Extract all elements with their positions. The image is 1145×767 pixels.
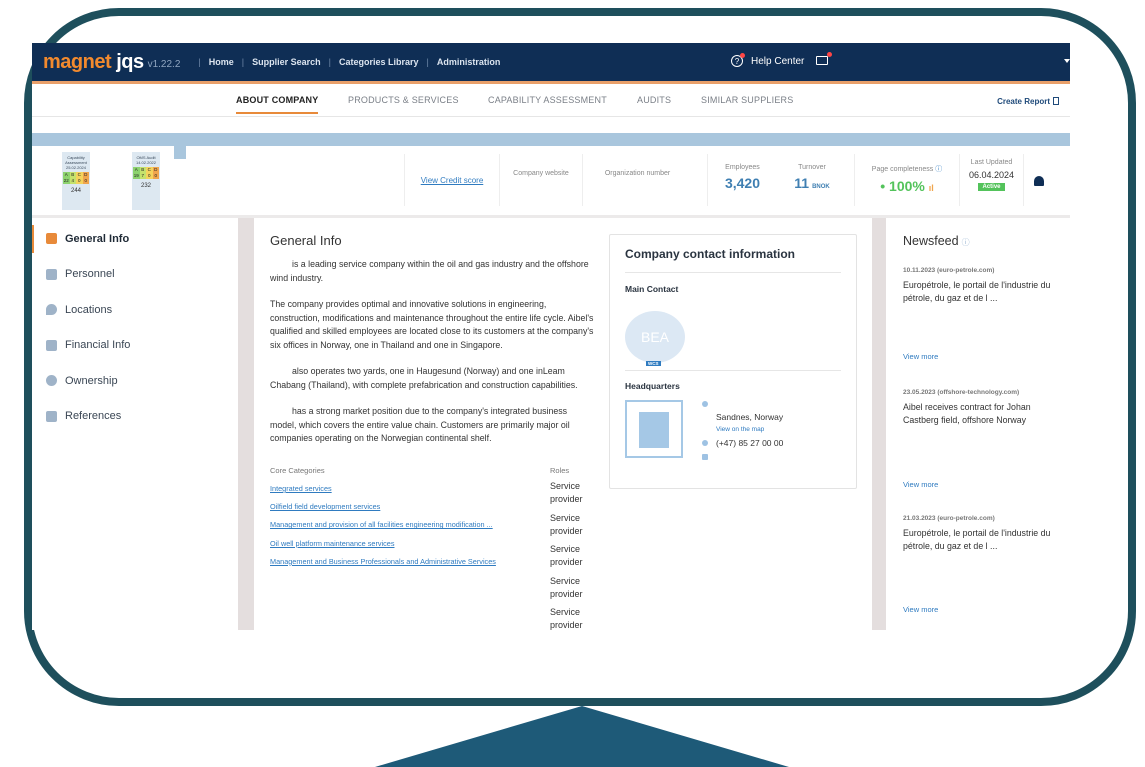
- avatar[interactable]: BEA: [625, 311, 685, 363]
- newsfeed: Newsfeed ⓘ 10.11.2023 (euro-petrole.com) …: [903, 234, 1068, 614]
- status-badge: Active: [978, 183, 1005, 191]
- chart-icon: [46, 339, 57, 351]
- logo-part-a: magnet: [43, 50, 112, 73]
- nav-categories-library[interactable]: Categories Library: [339, 57, 419, 67]
- location-icon: [702, 401, 708, 407]
- news-item: 21.03.2023 (euro-petrole.com) Europétrol…: [903, 515, 1051, 614]
- nav-supplier-search[interactable]: Supplier Search: [252, 57, 321, 67]
- roles-list: Service provider Service provider Servic…: [550, 481, 583, 630]
- news-item: 10.11.2023 (euro-petrole.com) Europétrol…: [903, 267, 1051, 361]
- website-cell: Company website: [499, 154, 582, 206]
- contact-card: Company contact information Main Contact…: [609, 234, 857, 489]
- email-icon[interactable]: [702, 454, 708, 460]
- capability-badge[interactable]: Capability Assessment 25.02.2024 ABCD 22…: [62, 152, 90, 210]
- bell-icon[interactable]: [1034, 176, 1044, 186]
- location-pin-icon: [46, 304, 57, 316]
- app-window: magnet jqs v1.22.2 | Home | Supplier Sear…: [32, 43, 1070, 630]
- top-navbar: magnet jqs v1.22.2 | Home | Supplier Sear…: [32, 43, 1070, 84]
- tab-about-company[interactable]: ABOUT COMPANY: [236, 95, 319, 114]
- report-icon: [1053, 97, 1059, 105]
- employees-cell: Employees 3,420: [707, 154, 777, 206]
- hq-phone: (+47) 85 27 00 00: [716, 438, 784, 448]
- completeness-value: 100%: [889, 178, 925, 194]
- logo[interactable]: magnet jqs: [43, 51, 144, 74]
- main-nav: | Home | Supplier Search | Categories Libr…: [198, 57, 501, 67]
- category-link[interactable]: Integrated services: [270, 484, 496, 502]
- contact-title: Company contact information: [625, 247, 796, 261]
- sidebar-item-ownership[interactable]: Ownership: [32, 363, 237, 399]
- tab-products-services[interactable]: PRODUCTS & SERVICES: [348, 95, 459, 105]
- sidebar: General Info Personnel Locations Financi…: [32, 221, 237, 434]
- paragraph-2: The company provides optimal and innovat…: [270, 299, 594, 350]
- newsfeed-title: Newsfeed: [903, 234, 959, 248]
- view-more-link[interactable]: View more: [903, 605, 938, 614]
- help-center-button[interactable]: ? Help Center: [731, 53, 805, 67]
- category-link[interactable]: Management and provision of all faciliti…: [270, 520, 496, 538]
- completeness-cell: Page completeness ⓘ • 100% ıl: [854, 154, 959, 206]
- paragraph-1: is a leading service company within the …: [270, 259, 589, 283]
- view-credit-score-link[interactable]: View Credit score: [405, 176, 499, 185]
- category-link[interactable]: Management and Business Professionals an…: [270, 557, 496, 575]
- category-link[interactable]: Oilfield field development services: [270, 502, 496, 520]
- logo-part-b: jqs: [116, 50, 144, 73]
- nav-home[interactable]: Home: [209, 57, 234, 67]
- help-label: Help Center: [751, 55, 805, 67]
- employees-value: 3,420: [724, 175, 761, 191]
- category-link[interactable]: Oil well platform maintenance services: [270, 539, 496, 557]
- tab-capability-assessment[interactable]: CAPABILITY ASSESSMENT: [488, 95, 607, 105]
- oms-audit-badge[interactable]: OMS Audit 14.02.2022 ABCD 19 7 0 0 232: [132, 152, 160, 210]
- tab-bar: ABOUT COMPANY PRODUCTS & SERVICES CAPABI…: [32, 85, 1070, 117]
- hierarchy-icon: [46, 375, 57, 387]
- info-icon[interactable]: ⓘ: [935, 166, 942, 173]
- paragraph-4: has a strong market position due to the …: [270, 406, 570, 443]
- hq-city: Sandnes, Norway: [716, 412, 784, 422]
- create-report-label: Create Report: [997, 97, 1050, 106]
- sidebar-item-personnel[interactable]: Personnel: [32, 257, 237, 293]
- nav-administration[interactable]: Administration: [437, 57, 501, 67]
- question-icon: ?: [731, 53, 745, 67]
- credit-score-cell: View Credit score: [404, 154, 499, 206]
- wcs-tag: WCS: [646, 361, 661, 366]
- stats-bar: Capability Assessment 25.02.2024 ABCD 22…: [32, 146, 1070, 218]
- info-icon[interactable]: ⓘ: [962, 238, 970, 247]
- news-item: 23.05.2023 (offshore-technology.com) Aib…: [903, 389, 1031, 489]
- paragraph-3: also operates two yards, one in Haugesun…: [270, 366, 578, 390]
- view-map-link[interactable]: View on the map: [716, 426, 764, 433]
- document-icon: [46, 410, 57, 422]
- turnover-value: 11: [794, 175, 810, 191]
- view-more-link[interactable]: View more: [903, 352, 938, 361]
- grid-icon: [46, 233, 57, 245]
- sidebar-item-references[interactable]: References: [32, 399, 237, 435]
- sidebar-item-general-info[interactable]: General Info: [32, 221, 237, 257]
- people-icon: [46, 268, 57, 280]
- general-info-section: General Info is a leading service compan…: [270, 233, 595, 446]
- turnover-cell: Turnover 11 BNOK: [794, 164, 830, 191]
- mail-icon[interactable]: [816, 52, 832, 65]
- view-more-link[interactable]: View more: [903, 480, 938, 489]
- bookmark-icon[interactable]: [174, 146, 186, 159]
- last-updated-cell: Last Updated 06.04.2024 Active: [959, 154, 1023, 206]
- create-report-button[interactable]: Create Report: [997, 97, 1059, 106]
- sidebar-item-locations[interactable]: Locations: [32, 292, 237, 328]
- section-title: General Info: [270, 233, 342, 248]
- version-label: v1.22.2: [147, 58, 181, 70]
- org-number-cell: Organization number: [582, 154, 692, 206]
- chevron-down-icon[interactable]: [1064, 59, 1070, 63]
- tab-similar-suppliers[interactable]: SIMILAR SUPPLIERS: [701, 95, 793, 105]
- bar-chart-icon: ıl: [928, 183, 934, 193]
- phone-icon: [702, 440, 708, 446]
- arrow-pointer: [375, 706, 789, 767]
- building-icon: [625, 400, 683, 458]
- sidebar-item-financial-info[interactable]: Financial Info: [32, 328, 237, 364]
- tab-audits[interactable]: AUDITS: [637, 95, 671, 105]
- last-updated-value: 06.04.2024: [968, 170, 1015, 180]
